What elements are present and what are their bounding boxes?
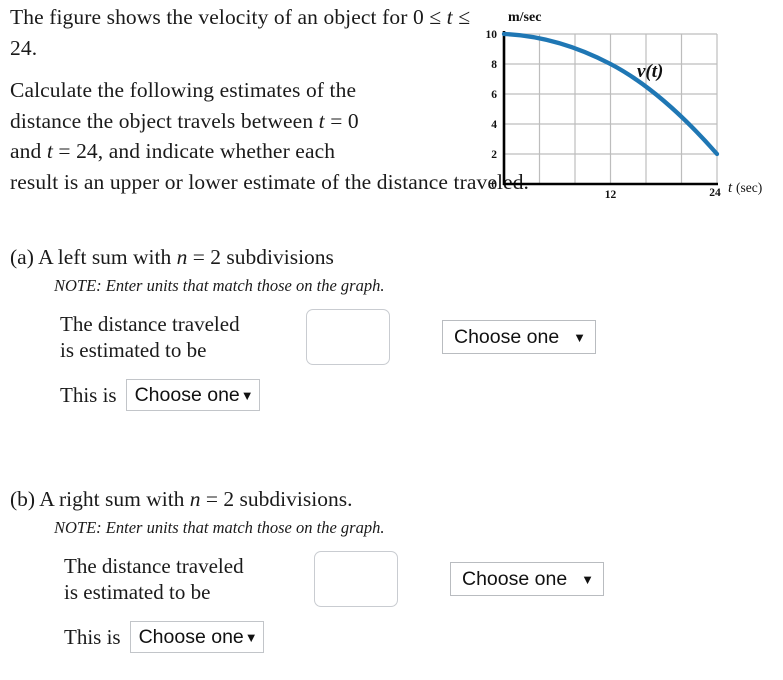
part-a-heading: (a) A left sum with n = 2 subdivisions <box>10 243 770 271</box>
variable-t: t <box>446 5 453 29</box>
part-a-answer-label-line2: is estimated to be <box>60 338 207 362</box>
intro-line-4: distance the object travels between t = … <box>10 108 359 133</box>
y-tick-4: 4 <box>491 119 497 131</box>
intro-line-1: The figure shows the velocity of an obje… <box>10 5 377 29</box>
part-b-distance-input[interactable] <box>314 551 398 607</box>
chevron-down-icon: ▼ <box>581 571 595 587</box>
part-a-units-dropdown-label: Choose one <box>454 325 560 348</box>
part-b-heading: (b) A right sum with n = 2 subdivisions. <box>10 485 770 513</box>
part-a-units-dropdown[interactable]: Choose one ▼ <box>442 320 597 354</box>
part-a-note: NOTE: Enter units that match those on th… <box>54 276 385 295</box>
question-part-b: (b) A right sum with n = 2 subdivisions.… <box>10 485 770 653</box>
intro-line-5: and t = 24, and indicate whether each <box>10 139 336 163</box>
chevron-down-icon: ▼ <box>573 329 587 345</box>
part-b-note: NOTE: Enter units that match those on th… <box>54 518 385 537</box>
part-b-answer-row: The distance traveled is estimated to be… <box>64 551 770 607</box>
part-a-answer-label: The distance traveled is estimated to be <box>60 311 304 363</box>
part-b-heading-text-end: = 2 subdivisions. <box>200 487 353 511</box>
chevron-down-icon: ▼ <box>244 629 258 645</box>
chevron-down-icon: ▼ <box>240 387 254 403</box>
x-axis-label-unit: (sec) <box>736 180 762 195</box>
x-axis-label-variable: t <box>728 180 733 196</box>
part-a-heading-text: A left sum with <box>38 245 177 269</box>
variable-n: n <box>189 487 201 511</box>
part-b-thisis-label: This is <box>64 624 121 649</box>
question-part-a: (a) A left sum with n = 2 subdivisions N… <box>10 243 770 411</box>
variable-n: n <box>176 245 188 269</box>
part-b-answer-label-line1: The distance traveled <box>64 554 244 578</box>
y-tick-2: 2 <box>491 149 497 161</box>
vertical-gridlines <box>538 34 718 184</box>
part-b-units-dropdown-label: Choose one <box>462 567 568 590</box>
part-a-estimate-dropdown-label: Choose one <box>134 383 240 406</box>
part-b-heading-text: A right sum with <box>39 487 190 511</box>
y-tick-8: 8 <box>491 59 497 71</box>
part-b-label: (b) <box>10 487 36 511</box>
y-tick-labels: 10 8 6 4 2 0 <box>486 29 498 191</box>
y-tick-0: 0 <box>491 179 497 191</box>
part-b-thisis-row: This is Choose one ▼ <box>64 621 770 653</box>
part-a-label: (a) <box>10 245 34 269</box>
part-a-heading-text-end: = 2 subdivisions <box>187 245 334 269</box>
y-axis-label: m/sec <box>508 10 541 25</box>
part-b-answer-label-line2: is estimated to be <box>64 580 211 604</box>
part-a-estimate-dropdown[interactable]: Choose one ▼ <box>125 379 260 411</box>
intro-paragraph-1: The figure shows the velocity of an obje… <box>10 2 480 63</box>
part-a-answer-label-line1: The distance traveled <box>60 312 240 336</box>
part-b-estimate-dropdown[interactable]: Choose one ▼ <box>129 621 264 653</box>
x-tick-12: 12 <box>605 189 617 201</box>
x-tick-24: 24 <box>709 187 721 199</box>
x-tick-labels: 12 24 <box>605 187 721 201</box>
part-b-units-dropdown[interactable]: Choose one ▼ <box>450 562 605 596</box>
part-a-answer-row: The distance traveled is estimated to be… <box>60 309 770 365</box>
curve-label-vt: v(t) <box>637 61 663 82</box>
velocity-graph-svg: 10 8 6 4 2 0 12 24 m/sec t (sec) v(t) <box>486 10 763 201</box>
part-a-thisis-row: This is Choose one ▼ <box>60 379 770 411</box>
part-a-thisis-label: This is <box>60 382 117 407</box>
velocity-graph: 10 8 6 4 2 0 12 24 m/sec t (sec) v(t) <box>470 4 780 209</box>
part-b-answer-label: The distance traveled is estimated to be <box>64 553 312 605</box>
y-tick-6: 6 <box>491 89 497 101</box>
y-tick-10: 10 <box>486 29 498 41</box>
intro-line-3: Calculate the following estimates of the <box>10 78 357 102</box>
part-a-distance-input[interactable] <box>306 309 390 365</box>
part-b-estimate-dropdown-label: Choose one <box>138 625 244 648</box>
